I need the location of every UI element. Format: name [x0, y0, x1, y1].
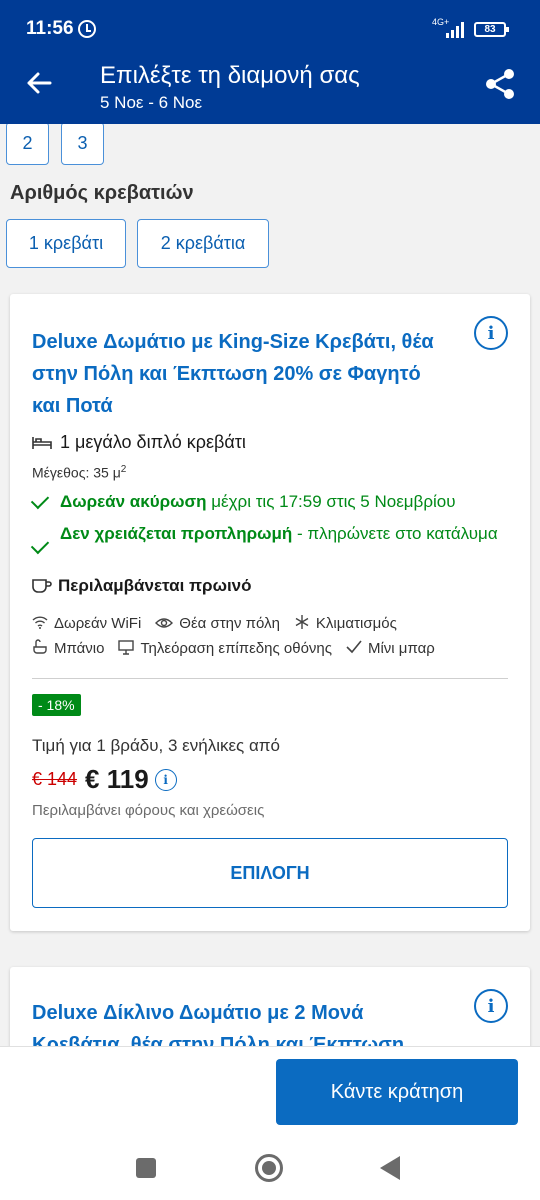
facility-label: Τηλεόραση επίπεδης οθόνης	[140, 640, 332, 657]
facility-label: Δωρεάν WiFi	[54, 615, 142, 632]
system-nav-bar	[0, 1138, 540, 1200]
breakfast-row: Περιλαμβάνεται πρωινό	[32, 576, 252, 596]
back-arrow-icon[interactable]	[22, 66, 56, 100]
room-count-chip-3[interactable]: 3	[61, 124, 104, 165]
check-icon	[30, 535, 50, 555]
facility-tv: Τηλεόραση επίπεδης οθόνης	[118, 639, 332, 658]
stay-dates: 5 Νοε - 6 Νοε	[100, 93, 203, 112]
breakfast-included: Περιλαμβάνεται πρωινό	[58, 576, 252, 595]
booking-bar: Κάντε κράτηση	[0, 1046, 540, 1138]
tv-icon	[118, 639, 135, 658]
tax-note: Περιλαμβάνει φόρους και χρεώσεις	[32, 802, 265, 819]
status-time: 11:56	[26, 18, 74, 39]
prepay-label: Δεν χρειάζεται προπληρωμή	[60, 524, 293, 543]
prepay-detail: - πληρώνετε στο κατάλυμα	[292, 524, 498, 543]
facility-label: Θέα στην πόλη	[179, 615, 280, 632]
bed-type: 1 μεγάλο διπλό κρεβάτι	[60, 432, 246, 452]
room-list[interactable]: 2 3 Αριθμός κρεβατιών 1 κρεβάτι 2 κρεβάτ…	[0, 124, 540, 1046]
snowflake-icon	[294, 614, 310, 633]
room-size: Μέγεθος: 35 μ	[32, 464, 121, 481]
facility-bathroom: Μπάνιο	[32, 639, 104, 658]
room-card: Deluxe Δωμάτιο με King-Size Κρεβάτι, θέα…	[10, 294, 530, 931]
price-original: € 144	[32, 769, 78, 789]
facility-city-view: Θέα στην πόλη	[155, 615, 280, 632]
facilities-row-2: Μπάνιο Τηλεόραση επίπεδης οθόνης Μίνι μπ…	[32, 639, 449, 658]
page-title: Επιλέξτε τη διαμονή σας	[100, 62, 360, 89]
coffee-cup-icon	[32, 579, 52, 593]
book-button[interactable]: Κάντε κράτηση	[276, 1059, 518, 1125]
facility-ac: Κλιματισμός	[294, 614, 397, 633]
facilities-row-1: Δωρεάν WiFi Θέα στην πόλη Κλιματισμός	[32, 614, 411, 633]
signal-icon	[446, 22, 464, 38]
info-icon[interactable]: i	[474, 989, 508, 1023]
discount-badge: - 18%	[32, 694, 81, 716]
facility-minibar: Μίνι μπαρ	[346, 640, 435, 657]
check-icon	[346, 640, 362, 657]
divider	[32, 678, 508, 679]
room-size-unit-sup: 2	[120, 464, 127, 475]
bed-row: 1 μεγάλο διπλό κρεβάτι	[32, 432, 246, 453]
room-count-chip-2[interactable]: 2	[6, 124, 49, 165]
bed-icon	[32, 436, 52, 449]
bed-option-1[interactable]: 1 κρεβάτι	[6, 219, 126, 268]
wifi-icon	[32, 615, 48, 632]
facility-wifi: Δωρεάν WiFi	[32, 615, 141, 632]
info-icon[interactable]: i	[474, 316, 508, 350]
prepay-row: Δεν χρειάζεται προπληρωμή - πληρώνετε στ…	[30, 520, 508, 555]
bath-icon	[32, 639, 48, 658]
app-header: Επιλέξτε τη διαμονή σας 5 Νοε - 6 Νοε	[0, 56, 540, 124]
free-cancel-detail: μέχρι τις 17:59 στις 5 Νοεμβρίου	[206, 492, 456, 511]
price-label: Τιμή για 1 βράδυ, 3 ενήλικες από	[32, 736, 280, 755]
beds-section-title: Αριθμός κρεβατιών	[10, 182, 194, 204]
facility-label: Μπάνιο	[54, 640, 105, 657]
home-icon[interactable]	[255, 1154, 283, 1182]
status-bar: 11:56 4G+ 83	[0, 0, 540, 56]
room-title[interactable]: Deluxe Δωμάτιο με King-Size Κρεβάτι, θέα…	[32, 326, 452, 422]
room-card: Deluxe Δίκλινο Δωμάτιο με 2 Μονά Κρεβάτι…	[10, 967, 530, 1046]
select-room-button[interactable]: ΕΠΙΛΟΓΗ	[32, 838, 508, 908]
price-row: € 144 € 119 i	[32, 764, 177, 795]
facility-label: Μίνι μπαρ	[367, 640, 435, 657]
check-icon	[30, 490, 50, 510]
facility-label: Κλιματισμός	[315, 615, 397, 632]
bed-option-2[interactable]: 2 κρεβάτια	[137, 219, 269, 268]
battery-icon: 83	[474, 22, 509, 37]
share-icon[interactable]	[482, 66, 518, 102]
size-row: Μέγεθος: 35 μ2	[32, 464, 126, 481]
alarm-icon	[78, 20, 96, 38]
eye-icon	[155, 616, 174, 632]
free-cancel-label: Δωρεάν ακύρωση	[60, 492, 207, 511]
free-cancel-row: Δωρεάν ακύρωση μέχρι τις 17:59 στις 5 Νο…	[30, 490, 512, 512]
recent-apps-icon[interactable]	[136, 1158, 156, 1178]
info-icon[interactable]: i	[154, 768, 177, 791]
price-current: € 119	[85, 764, 149, 794]
system-back-icon[interactable]	[380, 1156, 400, 1180]
room-title[interactable]: Deluxe Δίκλινο Δωμάτιο με 2 Μονά Κρεβάτι…	[32, 997, 452, 1046]
